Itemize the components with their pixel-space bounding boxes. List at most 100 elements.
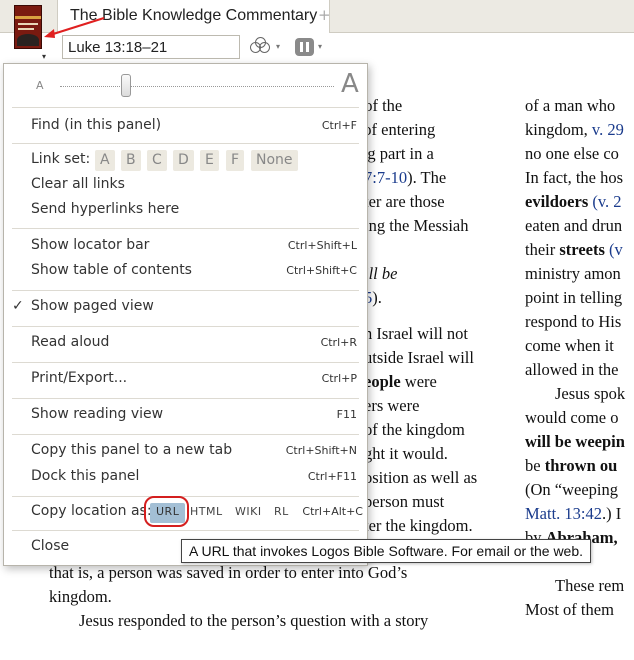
- menu-item-label: Read aloud: [31, 334, 110, 350]
- menu-divider: [12, 107, 359, 108]
- menu-item-label: Dock this panel: [31, 468, 140, 484]
- text-line: 7:7-10). The: [364, 168, 447, 187]
- link-set-option-b[interactable]: B: [121, 150, 141, 171]
- menu-item-shortcut: Ctrl+Shift+N: [285, 444, 357, 457]
- font-size-large-label: A: [341, 69, 359, 99]
- text-line: In fact, the hos: [525, 168, 624, 187]
- menu-divider: [12, 362, 359, 363]
- text-line: n Israel will not: [364, 324, 469, 343]
- menu-item-label: Show paged view: [31, 298, 154, 314]
- menu-item-shortcut: Ctrl+P: [321, 372, 357, 385]
- link-set-option-d[interactable]: D: [173, 150, 194, 171]
- text-line: ministry amon: [525, 264, 621, 283]
- menu-divider: [12, 143, 359, 144]
- copy-format-rl[interactable]: RL: [274, 505, 289, 518]
- link-set-option-e[interactable]: E: [200, 150, 219, 171]
- menu-item-label: Find (in this panel): [31, 117, 162, 133]
- menu-item-label: Copy this panel to a new tab: [31, 442, 233, 458]
- menu-item-shortcut: Ctrl+R: [320, 336, 357, 349]
- menu-item-label: Close: [31, 538, 70, 554]
- menu-item-label: Show table of contents: [31, 262, 192, 278]
- menu-item-label: Clear all links: [31, 176, 125, 192]
- menu-item-shortcut: Ctrl+F11: [307, 470, 357, 483]
- text-line: osition as well as: [364, 468, 478, 487]
- text-line: utside Israel will: [364, 348, 474, 367]
- scripture-link[interactable]: Matt. 13:42: [525, 504, 602, 523]
- book-cover-icon[interactable]: [14, 5, 42, 49]
- link-set-label: Link set:: [31, 151, 91, 167]
- link-set-option-a[interactable]: A: [95, 150, 115, 171]
- menu-item-label: Send hyperlinks here: [31, 201, 180, 217]
- menu-item-shortcut: Ctrl+Alt+C: [302, 505, 363, 518]
- panel-menu: A A Find (in this panel) Ctrl+F Link set…: [3, 63, 368, 566]
- text-line: ter are those: [364, 192, 445, 211]
- text-line: would come o: [525, 408, 619, 427]
- menu-item-copy-panel[interactable]: Copy this panel to a new tab Ctrl+Shift+…: [4, 440, 367, 464]
- font-size-small-label: A: [36, 79, 44, 92]
- text-line: Most of them: [525, 600, 614, 619]
- text-line: of the kingdom: [364, 420, 465, 439]
- menu-item-find[interactable]: Find (in this panel) Ctrl+F: [4, 115, 367, 139]
- pause-icon[interactable]: [295, 38, 314, 56]
- text-line: (On “weeping: [525, 480, 619, 499]
- scripture-link[interactable]: 7:7-10: [364, 168, 407, 187]
- menu-divider: [12, 530, 359, 531]
- scripture-link[interactable]: v. 2: [598, 192, 622, 211]
- menu-item-reading-view[interactable]: Show reading view F11: [4, 404, 367, 428]
- chevron-down-icon[interactable]: ▾: [276, 42, 280, 51]
- text-line: eaten and drun: [525, 216, 623, 235]
- copy-format-wiki[interactable]: WIKI: [235, 505, 262, 518]
- menu-divider: [12, 434, 359, 435]
- text-line: kingdom.: [49, 587, 112, 606]
- text-line: Matt. 13:42.) I: [525, 504, 622, 523]
- text-line: ers were: [364, 396, 420, 415]
- text-line: ter the kingdom.: [364, 516, 473, 535]
- text-line: ing the Messiah: [364, 216, 469, 235]
- menu-item-show-paged-view[interactable]: ✓ Show paged view: [4, 296, 367, 320]
- link-set-icon[interactable]: [250, 37, 272, 57]
- menu-item-clear-links[interactable]: Clear all links: [4, 174, 367, 198]
- menu-divider: [12, 290, 359, 291]
- url-highlight-circle: [144, 496, 189, 527]
- text-line: ill be: [364, 264, 398, 283]
- link-set-option-c[interactable]: C: [147, 150, 167, 171]
- text-line: allowed in the: [525, 360, 619, 379]
- text-line: their streets (v: [525, 240, 623, 259]
- font-size-slider-thumb[interactable]: [120, 74, 131, 97]
- menu-item-read-aloud[interactable]: Read aloud Ctrl+R: [4, 332, 367, 356]
- menu-item-show-toc[interactable]: Show table of contents Ctrl+Shift+C: [4, 260, 367, 284]
- text-line: come when it: [525, 336, 614, 355]
- text-line: be thrown ou: [525, 456, 618, 475]
- text-line: of a man who: [525, 96, 616, 115]
- text-line: will be weepin: [525, 432, 625, 451]
- link-set-row: Link set: A B C D E F None: [4, 149, 367, 173]
- text-line: eople were: [364, 372, 437, 391]
- menu-item-show-locator[interactable]: Show locator bar Ctrl+Shift+L: [4, 235, 367, 259]
- menu-item-shortcut: Ctrl+F: [321, 119, 357, 132]
- menu-item-label: Show locator bar: [31, 237, 150, 253]
- menu-item-shortcut: Ctrl+Shift+C: [286, 264, 357, 277]
- check-icon: ✓: [12, 298, 24, 314]
- chevron-down-icon[interactable]: ▾: [318, 42, 322, 51]
- new-tab-button[interactable]: +: [318, 6, 331, 24]
- copy-format-html[interactable]: HTML: [190, 505, 223, 518]
- text-line: Jesus spok: [555, 384, 626, 403]
- menu-item-shortcut: Ctrl+Shift+L: [287, 239, 357, 252]
- menu-divider: [12, 398, 359, 399]
- menu-divider: [12, 228, 359, 229]
- menu-divider: [12, 496, 359, 497]
- text-line: that is, a person was saved in order to …: [49, 563, 408, 582]
- chevron-down-icon[interactable]: ▾: [42, 52, 46, 61]
- link-set-option-f[interactable]: F: [226, 150, 245, 171]
- copy-location-row: Copy location as: URL HTML WIKI RL Ctrl+…: [4, 496, 367, 527]
- menu-item-send-hyperlinks[interactable]: Send hyperlinks here: [4, 199, 367, 223]
- font-size-slider[interactable]: [60, 86, 334, 87]
- menu-item-label: Show reading view: [31, 406, 164, 422]
- menu-divider: [12, 326, 359, 327]
- link-set-option-none[interactable]: None: [251, 150, 298, 171]
- text-line: no one else co: [525, 144, 619, 163]
- scripture-link[interactable]: v. 29: [592, 120, 624, 139]
- text-line: ght it would.: [364, 444, 448, 463]
- menu-item-print-export[interactable]: Print/Export... Ctrl+P: [4, 368, 367, 392]
- menu-item-dock-panel[interactable]: Dock this panel Ctrl+F11: [4, 466, 367, 490]
